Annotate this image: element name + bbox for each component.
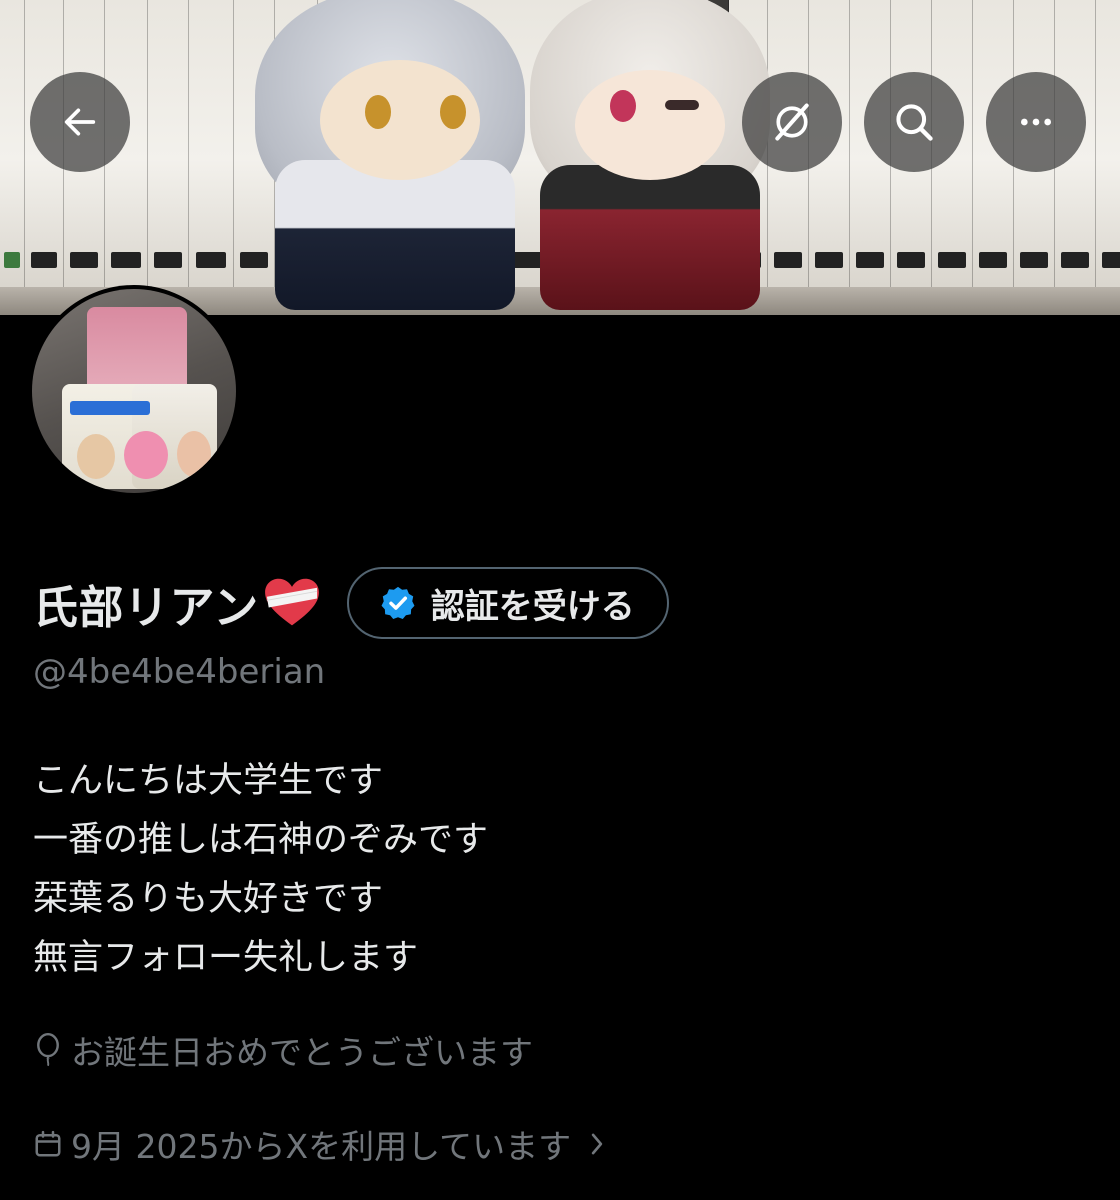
chevron-right-icon <box>591 1133 603 1155</box>
bio-line: 無言フォロー失礼します <box>33 938 419 978</box>
bio: こんにちは大学生です 一番の推しは石神のぞみです 栞葉るりも大好きです 無言フォ… <box>33 752 488 988</box>
joined-text: 9月 2025からXを利用しています <box>71 1127 572 1166</box>
avatar-image <box>32 289 236 493</box>
back-button[interactable] <box>30 72 130 172</box>
get-verified-label: 認証を受ける <box>430 586 635 627</box>
grok-button[interactable] <box>742 72 842 172</box>
joined-row[interactable]: 9月 2025からXを利用しています <box>33 1120 607 1168</box>
grok-slash-circle-icon <box>775 103 809 141</box>
bio-line: こんにちは大学生です <box>33 761 384 801</box>
more-dots-icon <box>1021 118 1051 126</box>
search-button[interactable] <box>864 72 964 172</box>
bio-line: 栞葉るりも大好きです <box>33 879 384 919</box>
display-name: 氏部リアン <box>33 580 259 634</box>
mending-heart-emoji <box>264 578 319 626</box>
calendar-icon <box>35 1130 61 1157</box>
profile-banner[interactable] <box>0 0 1120 315</box>
balloon-icon <box>37 1033 59 1067</box>
avatar[interactable] <box>28 285 240 497</box>
user-handle: @4be4be4berian <box>33 652 326 692</box>
name-row: 氏部リアン 認証を受ける <box>33 566 669 640</box>
birthday-row: お誕生日おめでとうございます <box>33 1026 533 1074</box>
get-verified-button[interactable]: 認証を受ける <box>346 567 669 639</box>
bio-line: 一番の推しは石神のぞみです <box>33 820 489 860</box>
arrow-left-icon <box>64 108 96 136</box>
birthday-text: お誕生日おめでとうございます <box>71 1033 533 1072</box>
more-options-button[interactable] <box>986 72 1086 172</box>
search-icon <box>896 104 933 141</box>
verified-badge-icon <box>381 586 415 619</box>
